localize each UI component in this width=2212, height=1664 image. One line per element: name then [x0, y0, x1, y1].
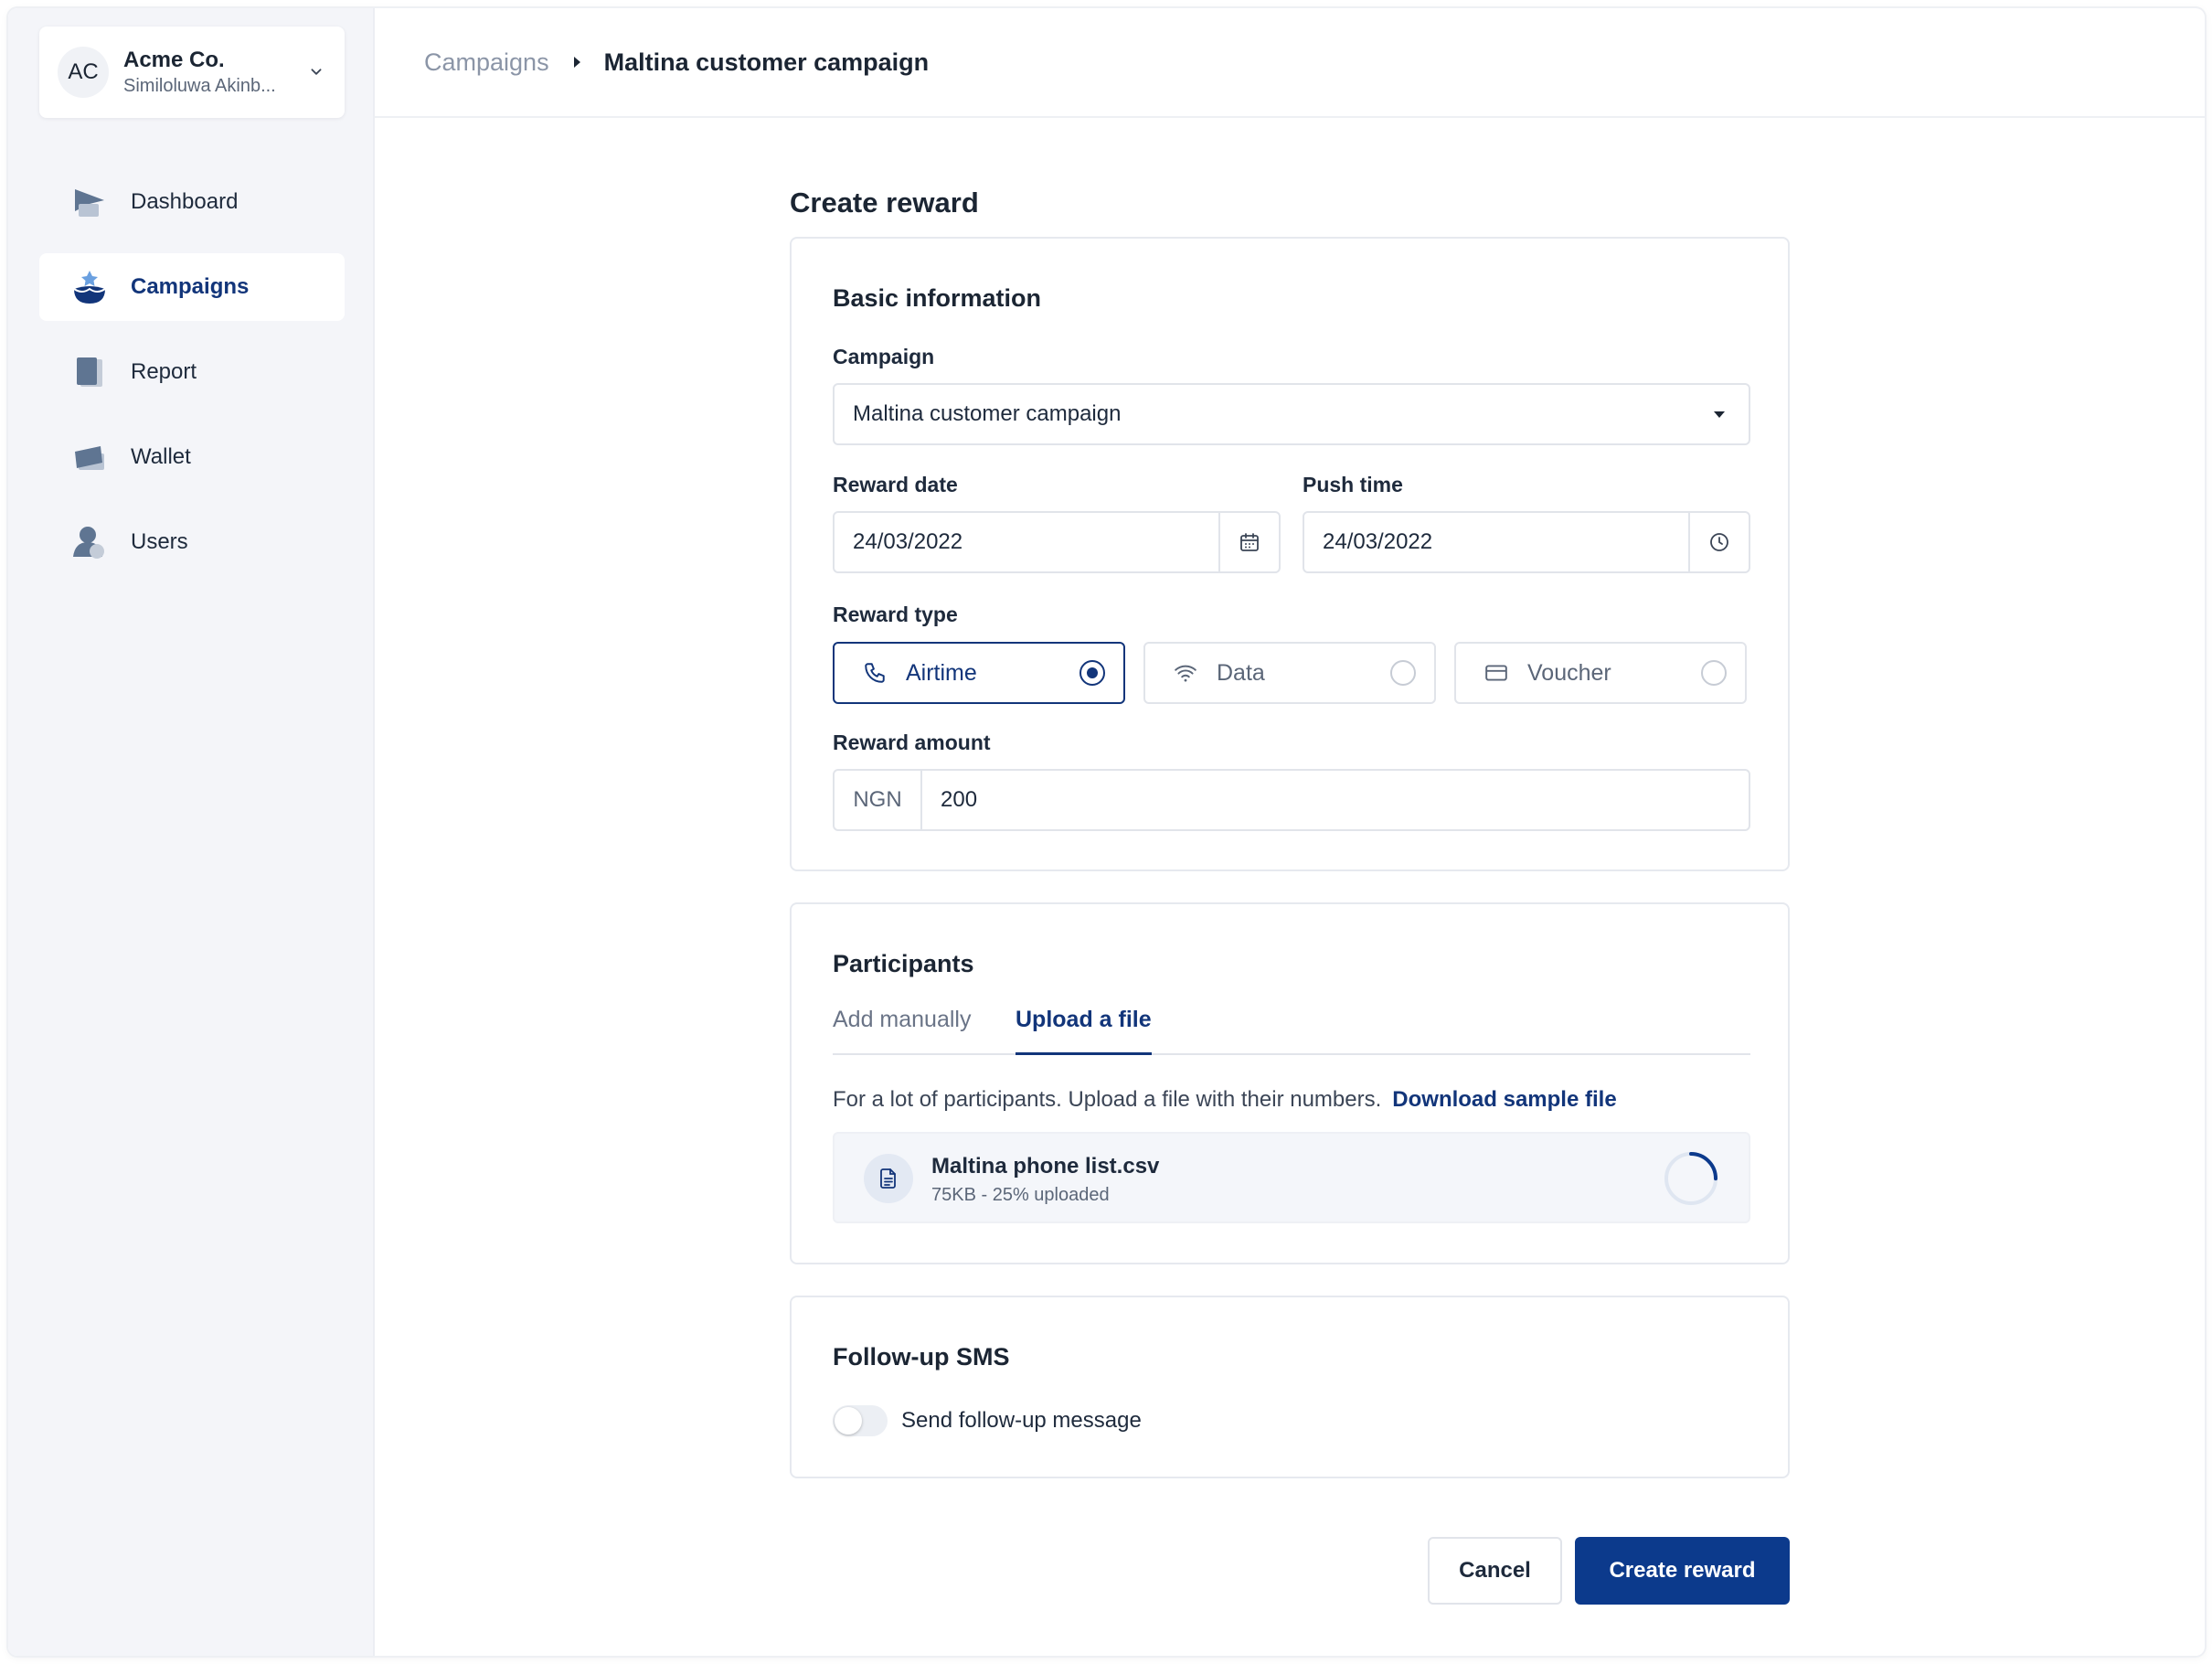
- card-icon: [1484, 660, 1509, 686]
- sidebar-item-label: Wallet: [131, 444, 191, 469]
- push-time-value: 24/03/2022: [1323, 529, 1433, 554]
- reward-amount-field[interactable]: NGN 200: [833, 769, 1750, 831]
- create-reward-button[interactable]: Create reward: [1575, 1537, 1790, 1605]
- calendar-icon[interactable]: [1218, 513, 1279, 571]
- file-meta: 75KB - 25% uploaded: [931, 1185, 1110, 1205]
- reward-type-label: Reward type: [833, 603, 958, 626]
- card-title: Basic information: [833, 284, 1042, 312]
- main-content: Create reward Basic information Campaign…: [375, 118, 2205, 1656]
- campaign-select-value: Maltina customer campaign: [853, 401, 1122, 426]
- upload-help-text: For a lot of participants. Upload a file…: [833, 1087, 1617, 1113]
- currency-prefix: NGN: [835, 771, 922, 829]
- push-time-field[interactable]: 24/03/2022: [1303, 511, 1750, 573]
- tab-upload-file[interactable]: Upload a file: [1016, 1002, 1152, 1055]
- sidebar-item-report[interactable]: Report: [39, 338, 345, 406]
- breadcrumb-current: Maltina customer campaign: [603, 48, 930, 76]
- file-name: Maltina phone list.csv: [931, 1154, 1160, 1179]
- reward-date-value: 24/03/2022: [853, 529, 963, 554]
- sidebar-item-dashboard[interactable]: Dashboard: [39, 168, 345, 236]
- clock-icon[interactable]: [1688, 513, 1749, 571]
- reward-amount-label: Reward amount: [833, 731, 991, 754]
- page-title: Create reward: [790, 187, 979, 219]
- wifi-icon: [1173, 660, 1198, 686]
- card-title: Follow-up SMS: [833, 1343, 1010, 1371]
- reward-date-field[interactable]: 24/03/2022: [833, 511, 1281, 573]
- sidebar-item-campaigns[interactable]: Campaigns: [39, 253, 345, 321]
- radio-button[interactable]: [1390, 660, 1416, 686]
- file-icon: [864, 1154, 913, 1203]
- download-sample-link[interactable]: Download sample file: [1392, 1087, 1616, 1112]
- caret-right-icon: [573, 57, 580, 68]
- followup-toggle-label: Send follow-up message: [901, 1408, 1142, 1433]
- reward-type-label-voucher: Voucher: [1527, 659, 1611, 686]
- followup-sms-card: Follow-up SMS Send follow-up message: [790, 1296, 1790, 1478]
- caret-down-icon: [1714, 411, 1725, 418]
- wallet-icon: [70, 438, 109, 476]
- campaign-select[interactable]: Maltina customer campaign: [833, 383, 1750, 445]
- reward-amount-value: 200: [941, 787, 978, 812]
- reward-date-label: Reward date: [833, 473, 958, 496]
- sidebar-item-label: Report: [131, 359, 197, 384]
- sidebar-item-label: Dashboard: [131, 189, 239, 214]
- reward-type-data[interactable]: Data: [1143, 642, 1436, 704]
- phone-icon: [862, 660, 888, 686]
- followup-toggle[interactable]: [833, 1405, 888, 1436]
- users-icon: [70, 523, 109, 561]
- sidebar-item-wallet[interactable]: Wallet: [39, 423, 345, 491]
- sidebar-item-label: Campaigns: [131, 274, 250, 299]
- cancel-button[interactable]: Cancel: [1428, 1537, 1562, 1605]
- card-title: Participants: [833, 950, 974, 977]
- toggle-knob: [835, 1407, 862, 1435]
- push-time-label: Push time: [1303, 473, 1403, 496]
- app-window: AC Acme Co. Similoluwa Akinb... Dashboar…: [8, 8, 2205, 1656]
- reward-type-voucher[interactable]: Voucher: [1454, 642, 1747, 704]
- radio-button[interactable]: [1079, 660, 1105, 686]
- campaign-label: Campaign: [833, 345, 935, 368]
- org-name: Acme Co.: [123, 48, 225, 72]
- radio-button[interactable]: [1701, 660, 1727, 686]
- dashboard-icon: [70, 183, 109, 221]
- org-switcher[interactable]: AC Acme Co. Similoluwa Akinb...: [39, 27, 345, 118]
- sidebar: AC Acme Co. Similoluwa Akinb... Dashboar…: [8, 8, 375, 1656]
- breadcrumb-campaigns-link[interactable]: Campaigns: [424, 48, 549, 77]
- campaigns-icon: [70, 268, 109, 306]
- upload-progress-icon: [1664, 1152, 1717, 1205]
- sidebar-item-users[interactable]: Users: [39, 508, 345, 576]
- participants-card: Participants Add manually Upload a file …: [790, 902, 1790, 1264]
- basic-information-card: Basic information Campaign Maltina custo…: [790, 237, 1790, 871]
- sidebar-item-label: Users: [131, 529, 188, 554]
- breadcrumb: Campaigns Maltina customer campaign: [375, 8, 2205, 118]
- reward-type-label-data: Data: [1217, 659, 1265, 686]
- org-avatar: AC: [58, 47, 109, 98]
- reward-type-airtime[interactable]: Airtime: [833, 642, 1125, 704]
- report-icon: [70, 353, 109, 391]
- sidebar-nav: Dashboard Campaigns Report Wallet Users: [39, 168, 345, 593]
- reward-type-label-airtime: Airtime: [906, 659, 977, 686]
- chevron-down-icon: [311, 69, 322, 75]
- help-text: For a lot of participants. Upload a file…: [833, 1087, 1382, 1112]
- org-user-name: Similoluwa Akinb...: [123, 76, 276, 96]
- tab-add-manually[interactable]: Add manually: [833, 1002, 971, 1055]
- participants-tabs: Add manually Upload a file: [833, 1002, 1750, 1055]
- uploaded-file-row: Maltina phone list.csv 75KB - 25% upload…: [833, 1132, 1750, 1223]
